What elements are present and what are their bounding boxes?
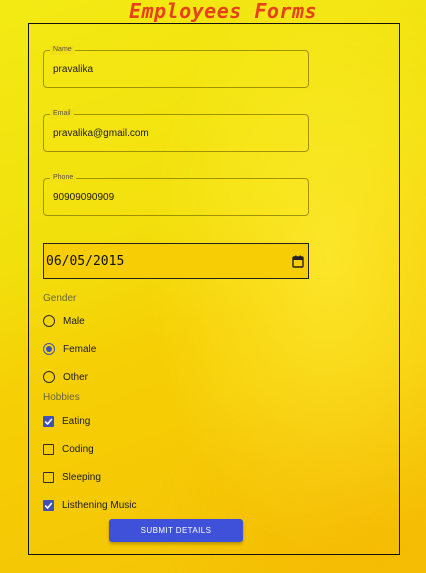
radio-female[interactable] [43,343,55,355]
phone-field-value: 90909090909 [53,192,115,203]
name-field-label: Name [50,45,75,55]
gender-option-label: Other [63,371,89,383]
hobby-option-label: Listhening Music [62,499,137,511]
page-title: Employees Forms [128,0,318,23]
date-value: 06/05/2015 [46,254,125,269]
hobby-option-label: Eating [62,415,91,427]
gender-option-female[interactable]: Female [43,342,96,356]
checkbox-music[interactable] [43,499,54,511]
gender-option-label: Female [63,343,97,355]
checkbox-sleeping[interactable] [43,471,54,483]
hobby-option-music[interactable]: Listhening Music [43,498,136,512]
gender-option-male[interactable]: Male [43,314,85,328]
hobby-option-eating[interactable]: Eating [43,414,90,428]
phone-field[interactable]: Phone 90909090909 [43,173,309,216]
name-field-value: pravalika [53,64,94,75]
radio-other[interactable] [43,371,55,383]
hobby-option-coding[interactable]: Coding [43,442,94,456]
submit-details-button[interactable]: SUBMIT DETAILS [109,519,243,542]
calendar-icon[interactable] [292,255,304,273]
date-input[interactable]: 06/05/2015 [43,243,309,279]
radio-male[interactable] [43,315,55,327]
hobbies-label: Hobbies [43,392,80,403]
checkbox-coding[interactable] [43,443,54,455]
name-field[interactable]: Name pravalika [43,45,309,88]
email-field-label: Email [50,109,74,119]
gender-option-label: Male [63,315,85,327]
phone-field-label: Phone [50,173,77,183]
gender-label: Gender [43,293,77,304]
email-field[interactable]: Email pravalika@gmail.com [43,109,309,152]
email-field-value: pravalika@gmail.com [53,128,149,139]
hobby-option-sleeping[interactable]: Sleeping [43,470,101,484]
hobby-option-label: Sleeping [62,471,101,483]
checkbox-eating[interactable] [43,415,54,427]
hobby-option-label: Coding [62,443,94,455]
gender-option-other[interactable]: Other [43,370,88,384]
